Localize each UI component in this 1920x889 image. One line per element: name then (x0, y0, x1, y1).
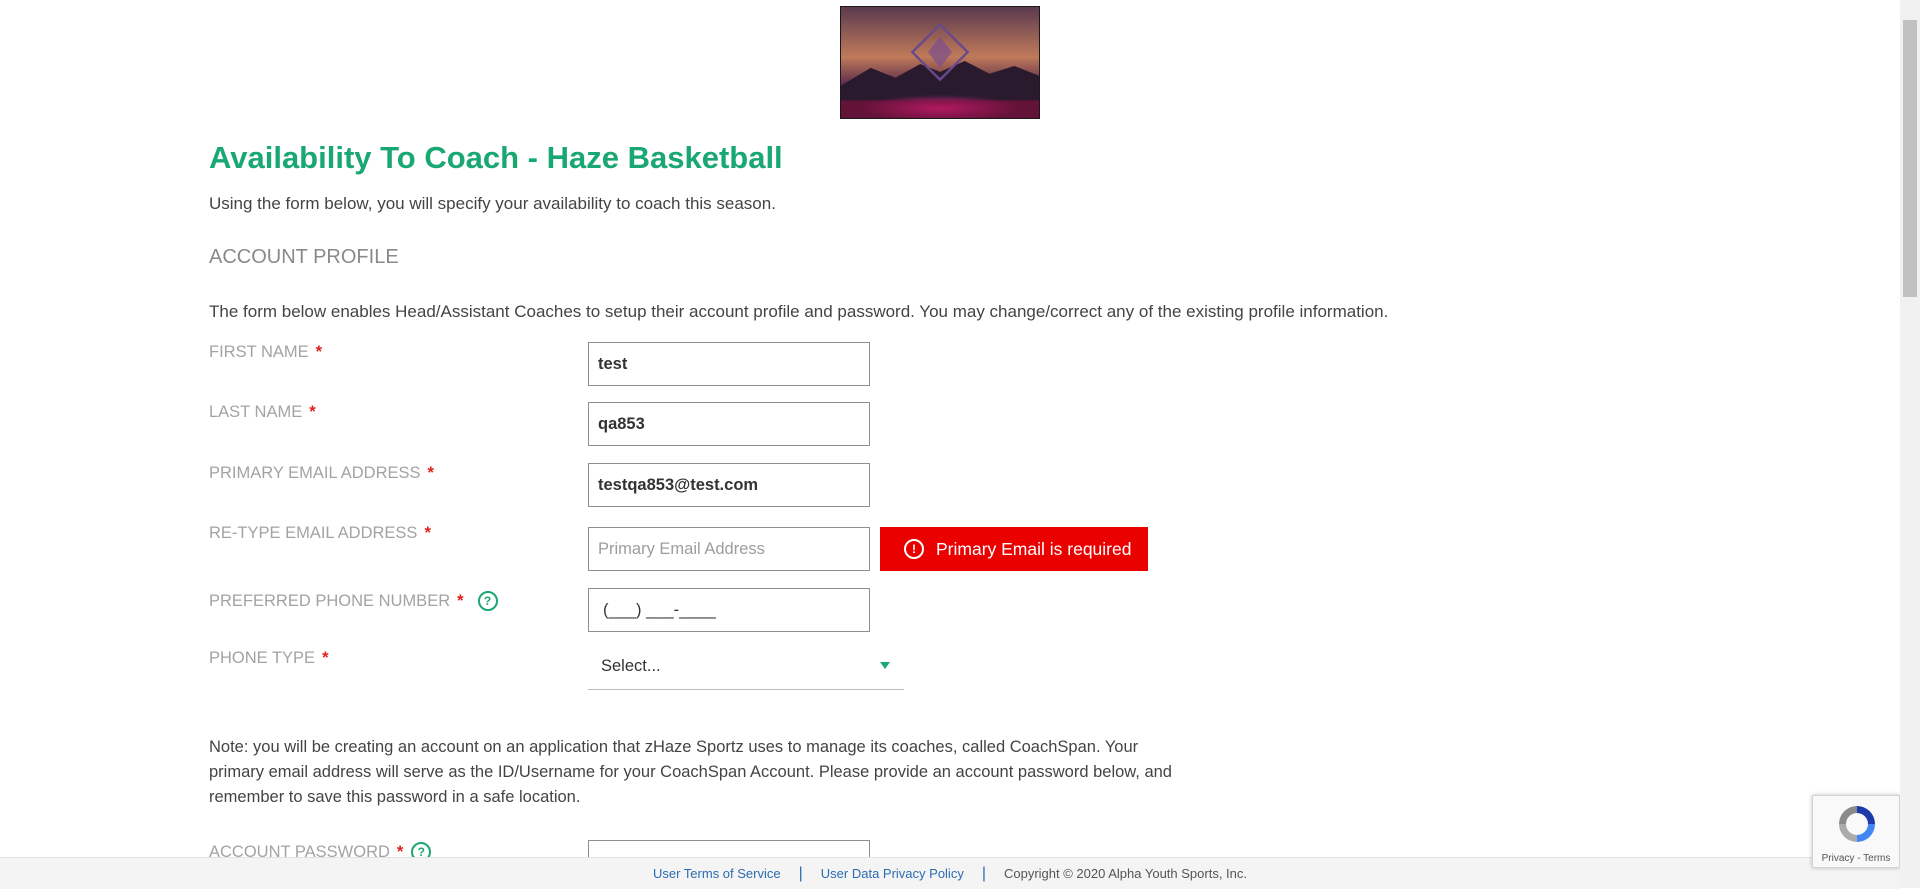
section-heading: ACCOUNT PROFILE (209, 246, 399, 268)
footer-separator: | (981, 864, 986, 882)
required-marker: * (315, 343, 323, 361)
privacy-link[interactable]: User Data Privacy Policy (821, 866, 964, 881)
footer-separator: | (798, 864, 803, 882)
first-name-label: FIRST NAME * (209, 343, 323, 361)
recaptcha-icon (1839, 806, 1875, 842)
question-circle-icon[interactable]: ? (477, 591, 498, 611)
page-intro: Using the form below, you will specify y… (209, 194, 776, 213)
recaptcha-links[interactable]: Privacy - Terms (1813, 853, 1899, 864)
recaptcha-badge[interactable]: Privacy - Terms (1812, 795, 1900, 868)
retype-email-input[interactable] (588, 527, 870, 571)
required-marker: * (309, 403, 316, 421)
phone-type-selected: Select... (601, 656, 661, 675)
error-message: Primary Email is required (936, 538, 1132, 559)
retype-email-label: RE-TYPE EMAIL ADDRESS * (209, 524, 431, 542)
phone-label: PREFERRED PHONE NUMBER * ? (209, 591, 498, 611)
exclamation-circle-icon: ! (904, 539, 924, 559)
first-name-input[interactable] (588, 342, 870, 386)
phone-input[interactable] (588, 588, 870, 632)
required-marker: * (427, 464, 434, 482)
section-description: The form below enables Head/Assistant Co… (209, 302, 1389, 321)
terms-link[interactable]: User Terms of Service (653, 866, 781, 881)
account-note: Note: you will be creating an account on… (209, 738, 1172, 806)
haze-logo (840, 6, 1040, 119)
caret-down-icon (880, 662, 890, 669)
copyright: Copyright © 2020 Alpha Youth Sports, Inc… (1003, 866, 1248, 881)
primary-email-input[interactable] (588, 463, 870, 507)
phone-type-label: PHONE TYPE * (209, 649, 329, 667)
page-title: Availability To Coach - Haze Basketball (209, 140, 783, 175)
required-marker: * (457, 591, 464, 610)
primary-email-label: PRIMARY EMAIL ADDRESS * (209, 464, 434, 482)
footer: User Terms of Service | User Data Privac… (0, 857, 1900, 889)
retype-email-error: ! Primary Email is required (880, 527, 1148, 571)
page-scrollbar[interactable] (1900, 0, 1920, 888)
page: Availability To Coach - Haze Basketball … (0, 0, 1900, 889)
last-name-label: LAST NAME * (209, 403, 316, 421)
required-marker: * (424, 524, 431, 542)
last-name-input[interactable] (588, 402, 870, 446)
phone-type-select[interactable]: Select... (588, 643, 904, 690)
scrollbar-thumb[interactable] (1903, 20, 1917, 297)
required-marker: * (322, 649, 329, 667)
